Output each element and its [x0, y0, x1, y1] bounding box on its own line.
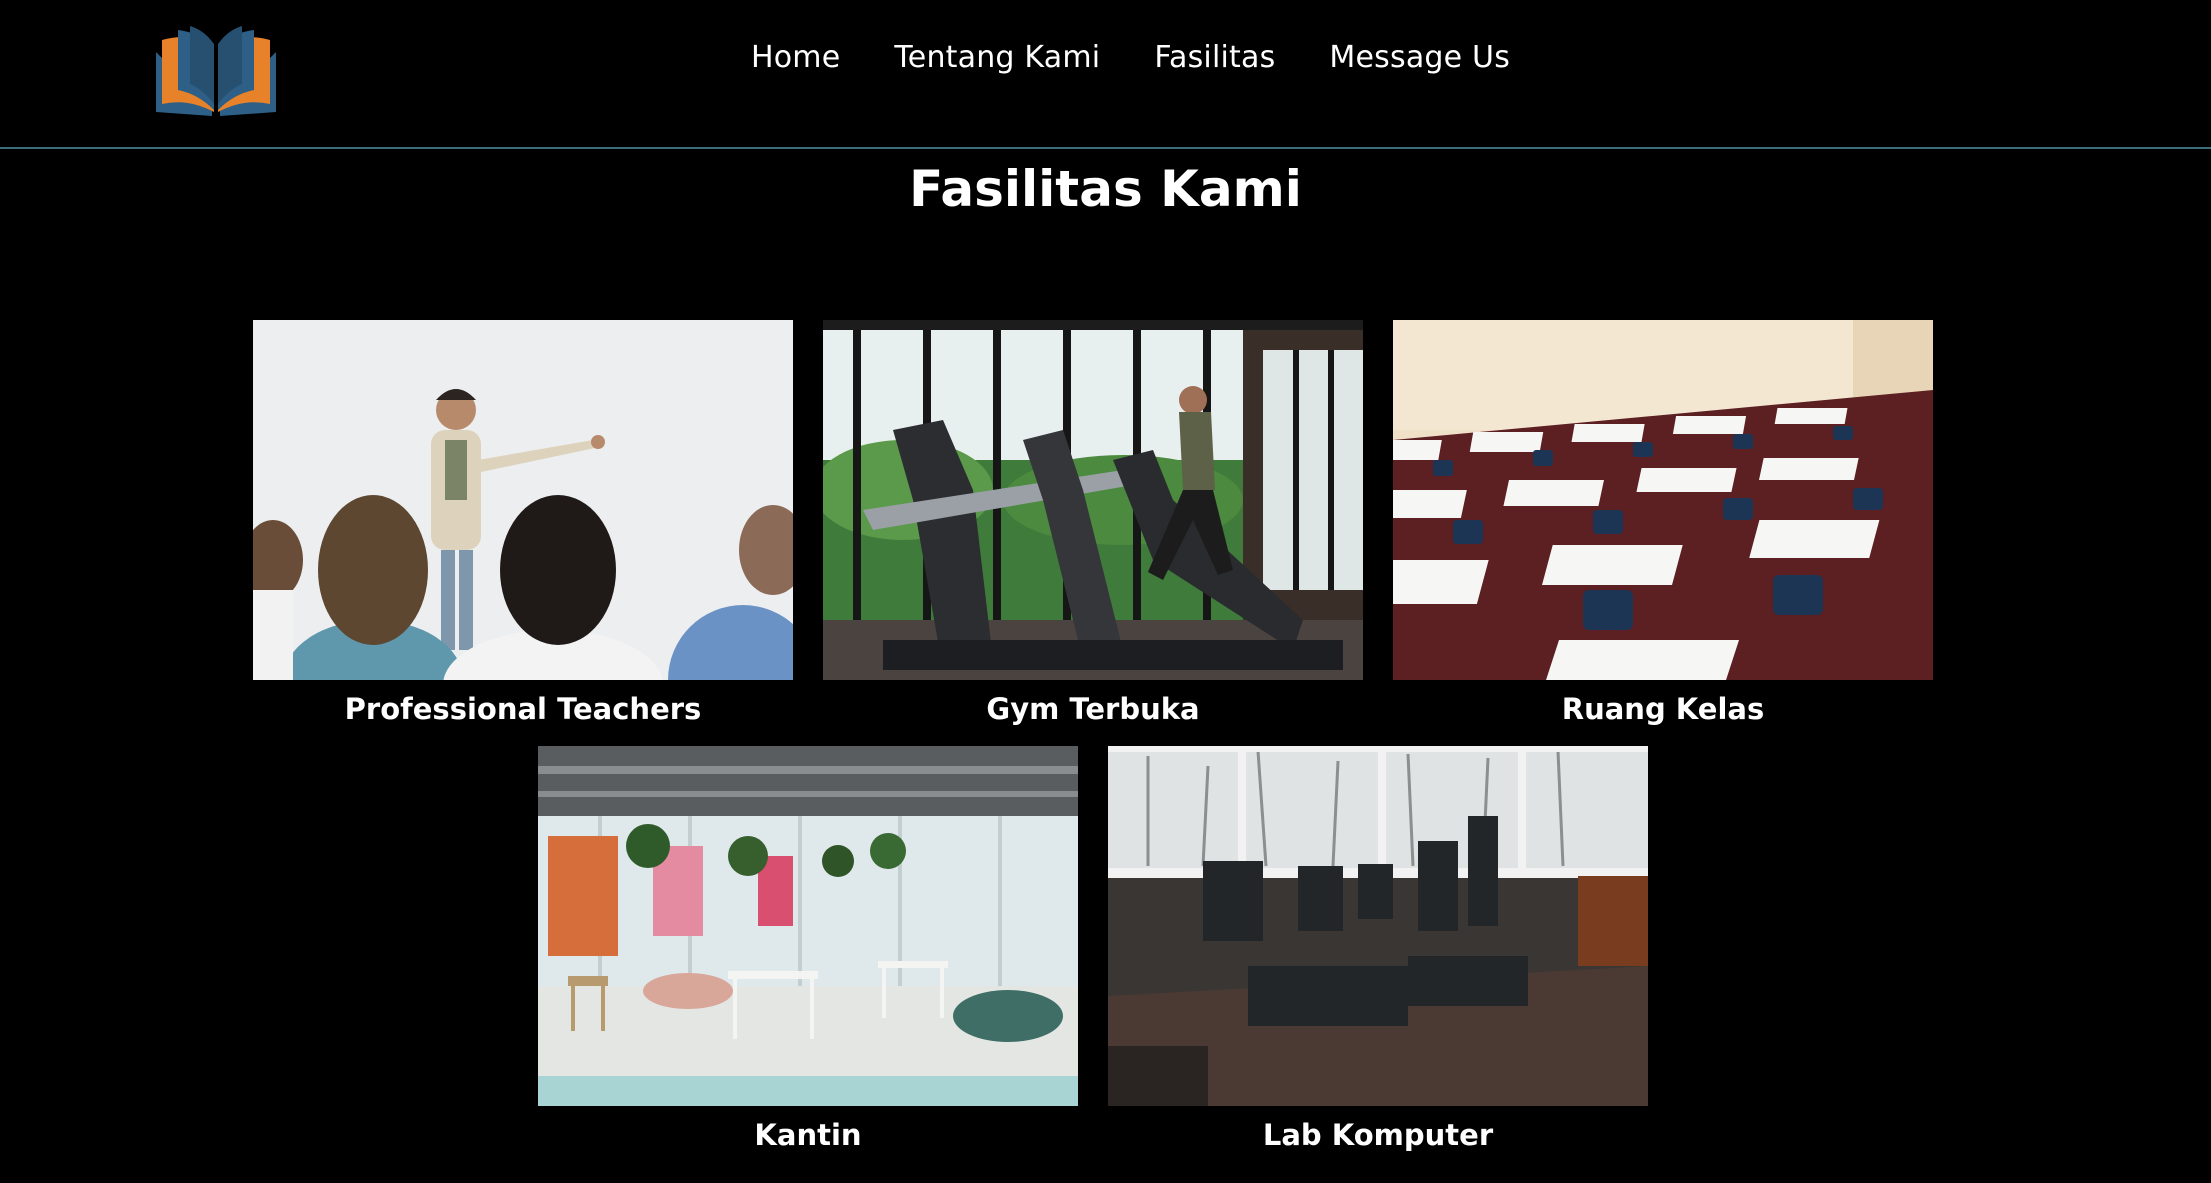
facility-caption: Professional Teachers [344, 692, 702, 726]
page-title: Fasilitas Kami [909, 160, 1302, 218]
facility-caption: Gym Terbuka [986, 692, 1200, 726]
nav-fasilitas-link[interactable]: Fasilitas [1154, 40, 1275, 75]
nav-home-link[interactable]: Home [751, 40, 840, 75]
facility-card: Professional Teachers [253, 320, 793, 726]
facility-card: Ruang Kelas [1393, 320, 1933, 726]
facility-card: Gym Terbuka [823, 320, 1363, 726]
classroom-teacher-photo [253, 320, 793, 680]
facility-caption: Ruang Kelas [1561, 692, 1765, 726]
facility-card: Lab Komputer [1108, 746, 1648, 1152]
computer-lab-photo [1108, 746, 1648, 1106]
facility-caption: Kantin [754, 1118, 862, 1152]
facility-caption: Lab Komputer [1262, 1118, 1494, 1152]
empty-classroom-desks-photo [1393, 320, 1933, 680]
main-nav: Home Tentang Kami Fasilitas Message Us [0, 40, 2211, 75]
gym-treadmill-photo [823, 320, 1363, 680]
cafeteria-photo [538, 746, 1078, 1106]
facility-card: Kantin [538, 746, 1078, 1152]
nav-message-us-link[interactable]: Message Us [1329, 40, 1510, 75]
navbar: Home Tentang Kami Fasilitas Message Us [0, 0, 2211, 149]
nav-tentang-kami-link[interactable]: Tentang Kami [894, 40, 1100, 75]
